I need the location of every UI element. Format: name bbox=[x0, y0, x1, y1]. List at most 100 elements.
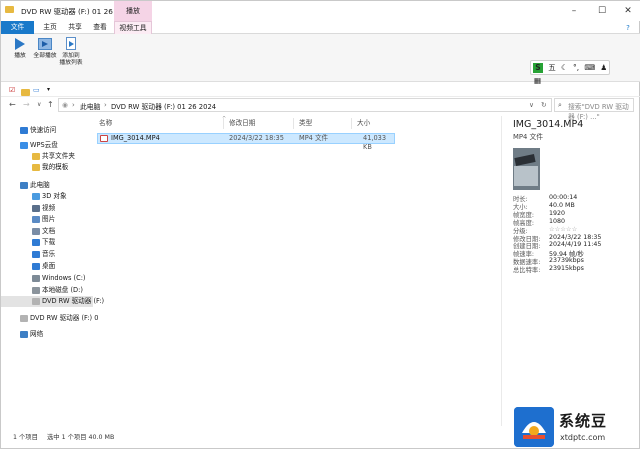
property-value: 2024/3/22 18:35 bbox=[549, 233, 602, 241]
explorer-window: DVD RW 驱动器 (F:) 01 26 2024 播放 – ☐ ✕ 文件 主… bbox=[0, 0, 640, 449]
folder-icon bbox=[5, 6, 19, 16]
column-header-name[interactable]: 名称 bbox=[99, 118, 112, 129]
sidebar-item[interactable]: 共享文件夹 bbox=[1, 151, 93, 162]
property-value: 2024/4/19 11:45 bbox=[549, 241, 602, 249]
sidebar-item[interactable]: 我的模板 bbox=[1, 162, 93, 173]
sidebar-item[interactable]: 此电脑 bbox=[1, 180, 93, 191]
file-size: 41,033 KB bbox=[363, 134, 387, 151]
sidebar-item[interactable]: 桌面 bbox=[1, 261, 93, 272]
user-icon[interactable]: ♟ bbox=[600, 61, 607, 74]
back-arrow-icon[interactable]: ← bbox=[9, 100, 16, 109]
moon-icon[interactable]: ☾ bbox=[561, 61, 568, 74]
close-button[interactable]: ✕ bbox=[619, 5, 637, 17]
keyboard-icon[interactable]: ⌨ bbox=[584, 61, 595, 74]
address-row: ← → ∨ ↑ ◉ › 此电脑 › DVD RW 驱动器 (F:) 01 26 … bbox=[1, 97, 640, 121]
sidebar-item[interactable]: DVD RW 驱动器 (F:) 0 bbox=[1, 313, 98, 324]
star-icon bbox=[20, 127, 28, 134]
sidebar-item-label: 本地磁盘 (D:) bbox=[42, 286, 83, 294]
address-bar[interactable]: ◉ › 此电脑 › DVD RW 驱动器 (F:) 01 26 2024 ∨ ↻ bbox=[58, 98, 552, 112]
sidebar-item-label: DVD RW 驱动器 (F:) 0 bbox=[30, 314, 99, 322]
sidebar-item[interactable]: WPS云盘 bbox=[1, 140, 93, 151]
drive-icon bbox=[32, 287, 40, 294]
add-to-playlist-button[interactable]: 添加到 播放列表 bbox=[58, 36, 84, 67]
play-button[interactable]: 播放 bbox=[9, 36, 31, 60]
maximize-button[interactable]: ☐ bbox=[593, 5, 611, 17]
file-type: MP4 文件 bbox=[299, 134, 329, 142]
sidebar-item[interactable]: Windows (C:) bbox=[1, 273, 93, 284]
play-all-icon bbox=[38, 38, 52, 50]
dvd-icon bbox=[20, 315, 28, 322]
play-all-label: 全部播放 bbox=[33, 53, 57, 59]
sidebar-item-label: 网络 bbox=[30, 330, 44, 338]
sidebar-item-label: 音乐 bbox=[42, 250, 56, 258]
sidebar-item[interactable]: 3D 对象 bbox=[1, 191, 93, 202]
tab-share[interactable]: 共享 bbox=[65, 21, 85, 34]
cloud-icon bbox=[20, 142, 28, 149]
quick-access-toolbar: ☑ ▭ ▾ bbox=[1, 83, 640, 97]
tab-view[interactable]: 查看 bbox=[89, 21, 111, 34]
property-label: 总比特率: bbox=[513, 267, 541, 275]
network-icon bbox=[20, 331, 28, 338]
play-icon bbox=[15, 38, 25, 50]
details-file-type: MP4 文件 bbox=[513, 133, 544, 141]
address-dropdown-icon[interactable]: ∨ bbox=[529, 101, 534, 109]
ime-toolbar[interactable]: S 五 ☾ °, ⌨ ♟ ▦ bbox=[530, 60, 610, 85]
column-header-modified[interactable]: 修改日期 bbox=[229, 118, 255, 129]
navigation-pane: 快速访问 WPS云盘共享文件夹我的模板此电脑 3D 对象 视频 图片文档下载音乐桌面 Wi… bbox=[1, 116, 104, 426]
undo-icon[interactable]: ▭ bbox=[33, 86, 40, 94]
recent-dropdown-icon[interactable]: ∨ bbox=[37, 101, 41, 108]
search-input[interactable]: ⌕ 搜索"DVD RW 驱动器 (F:) ..." bbox=[554, 98, 634, 121]
sidebar-item-label: Windows (C:) bbox=[42, 274, 86, 282]
play-label: 播放 bbox=[14, 53, 26, 59]
breadcrumb-dvd-drive[interactable]: DVD RW 驱动器 (F:) 01 26 2024 bbox=[111, 101, 216, 111]
sidebar-item-label: 共享文件夹 bbox=[42, 152, 75, 160]
video-thumbnail bbox=[513, 148, 540, 190]
document-icon bbox=[32, 228, 40, 235]
help-icon[interactable]: ? bbox=[619, 22, 637, 34]
property-value: 23739kbps bbox=[549, 257, 584, 265]
sidebar-item[interactable]: 本地磁盘 (D:) bbox=[1, 285, 93, 296]
sidebar-item[interactable]: 音乐 bbox=[1, 249, 93, 260]
ime-mode[interactable]: 五 bbox=[548, 61, 556, 74]
sidebar-item[interactable]: 文档 bbox=[1, 226, 93, 237]
sidebar-item-label: WPS云盘 bbox=[30, 141, 58, 149]
music-icon bbox=[32, 251, 40, 258]
up-arrow-icon[interactable]: ↑ bbox=[47, 100, 54, 109]
file-list: 名称 ^ 修改日期 类型 大小 IMG_3014.MP4 2024/3/22 1… bbox=[93, 116, 499, 426]
refresh-icon[interactable]: ↻ bbox=[541, 101, 547, 109]
property-value[interactable]: ☆☆☆☆☆ bbox=[549, 226, 577, 233]
sidebar-item-label: 图片 bbox=[42, 215, 56, 223]
sidebar-item[interactable]: 视频 bbox=[1, 203, 93, 214]
tab-home[interactable]: 主页 bbox=[35, 21, 65, 34]
selection-info: 选中 1 个项目 40.0 MB bbox=[47, 434, 115, 441]
properties-icon[interactable]: ☑ bbox=[9, 86, 15, 94]
dvd-icon bbox=[32, 298, 40, 305]
video-file-icon bbox=[100, 135, 108, 142]
minimize-button[interactable]: – bbox=[565, 5, 583, 17]
folder-icon bbox=[32, 153, 40, 160]
column-header-type[interactable]: 类型 bbox=[299, 118, 312, 129]
punct-icon[interactable]: °, bbox=[573, 61, 579, 74]
sidebar-item[interactable]: 快速访问 bbox=[1, 125, 93, 136]
video-icon bbox=[32, 205, 40, 212]
property-value: 1920 bbox=[549, 209, 566, 217]
table-row[interactable]: IMG_3014.MP4 2024/3/22 18:35 MP4 文件 41,0… bbox=[97, 133, 395, 151]
tab-file[interactable]: 文件 bbox=[1, 21, 34, 34]
site-watermark: 系统豆 xtdptc.com bbox=[513, 406, 639, 448]
sogou-s-icon: S bbox=[533, 63, 543, 73]
tab-video-tools[interactable]: 视频工具 bbox=[114, 21, 152, 35]
drive-icon bbox=[32, 275, 40, 282]
details-pane: IMG_3014.MP4 MP4 文件 时长: 00:00:14 大小: 40.0 M… bbox=[501, 116, 640, 426]
play-all-button[interactable]: 全部播放 bbox=[32, 36, 58, 60]
drive-icon: ◉ bbox=[62, 101, 68, 109]
forward-arrow-icon[interactable]: → bbox=[23, 100, 30, 109]
breadcrumb-this-pc[interactable]: 此电脑 bbox=[80, 101, 100, 111]
sidebar-item[interactable]: DVD RW 驱动器 (F:) bbox=[1, 296, 104, 307]
sidebar-item-label: 文档 bbox=[42, 227, 56, 235]
column-header-size[interactable]: 大小 bbox=[357, 118, 370, 129]
qat-dropdown-icon[interactable]: ▾ bbox=[47, 86, 50, 93]
sidebar-item-label: 快速访问 bbox=[30, 126, 57, 134]
sidebar-item[interactable]: 网络 bbox=[1, 329, 93, 340]
sidebar-item[interactable]: 下载 bbox=[1, 237, 93, 248]
sidebar-item[interactable]: 图片 bbox=[1, 214, 93, 225]
